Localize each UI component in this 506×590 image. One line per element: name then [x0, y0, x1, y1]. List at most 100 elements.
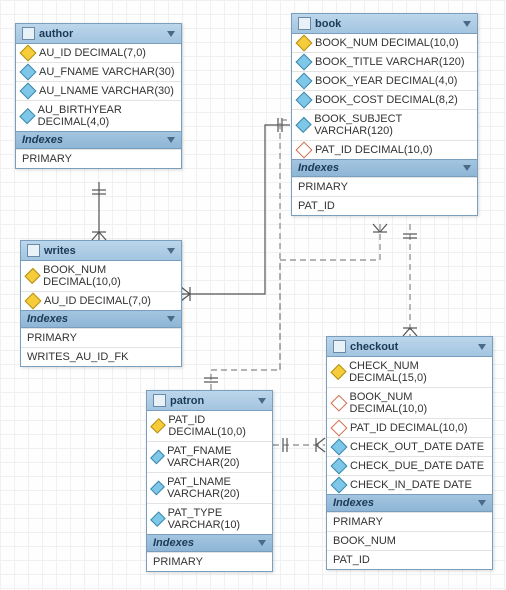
column-row[interactable]: AU_FNAME VARCHAR(30) [16, 62, 181, 81]
index-row[interactable]: BOOK_NUM [327, 531, 492, 550]
collapse-icon[interactable] [478, 344, 486, 350]
table-icon [298, 17, 311, 30]
column-text: AU_LNAME VARCHAR(30) [39, 85, 174, 97]
pk-icon [24, 268, 40, 284]
table-header[interactable]: writes [21, 241, 181, 261]
index-row[interactable]: PAT_ID [327, 550, 492, 569]
table-book[interactable]: book BOOK_NUM DECIMAL(10,0) BOOK_TITLE V… [291, 13, 478, 216]
table-writes[interactable]: writes BOOK_NUM DECIMAL(10,0) AU_ID DECI… [20, 240, 182, 367]
indexes-header[interactable]: Indexes [147, 534, 272, 552]
collapse-icon[interactable] [167, 316, 175, 322]
field-icon [150, 481, 165, 496]
index-row[interactable]: WRITES_AU_ID_FK [21, 347, 181, 366]
column-row[interactable]: PAT_ID DECIMAL(10,0) [147, 411, 272, 441]
table-header[interactable]: checkout [327, 337, 492, 357]
column-row[interactable]: PAT_LNAME VARCHAR(20) [147, 472, 272, 503]
column-text: AU_ID DECIMAL(7,0) [39, 47, 146, 59]
column-text: BOOK_COST DECIMAL(8,2) [315, 94, 458, 106]
index-row[interactable]: PRIMARY [16, 149, 181, 168]
table-author[interactable]: author AU_ID DECIMAL(7,0) AU_FNAME VARCH… [15, 23, 182, 169]
collapse-icon[interactable] [258, 398, 266, 404]
collapse-icon[interactable] [258, 540, 266, 546]
fk-icon [331, 420, 348, 437]
column-row[interactable]: PAT_TYPE VARCHAR(10) [147, 503, 272, 534]
index-row[interactable]: PRIMARY [292, 177, 477, 196]
column-row[interactable]: BOOK_TITLE VARCHAR(120) [292, 52, 477, 71]
indexes-label: Indexes [153, 537, 194, 549]
collapse-icon[interactable] [463, 21, 471, 27]
index-text: PRIMARY [298, 181, 348, 193]
columns-section: BOOK_NUM DECIMAL(10,0) BOOK_TITLE VARCHA… [292, 34, 477, 159]
table-icon [333, 340, 346, 353]
index-text: PRIMARY [333, 516, 383, 528]
column-row[interactable]: CHECK_NUM DECIMAL(15,0) [327, 357, 492, 387]
column-text: AU_FNAME VARCHAR(30) [39, 66, 175, 78]
field-icon [150, 450, 165, 465]
column-text: PAT_TYPE VARCHAR(10) [168, 507, 266, 531]
columns-section: PAT_ID DECIMAL(10,0) PAT_FNAME VARCHAR(2… [147, 411, 272, 534]
collapse-icon[interactable] [167, 248, 175, 254]
indexes-label: Indexes [22, 134, 63, 146]
table-checkout[interactable]: checkout CHECK_NUM DECIMAL(15,0) BOOK_NU… [326, 336, 493, 570]
pk-icon [25, 293, 42, 310]
indexes-label: Indexes [333, 497, 374, 509]
field-icon [19, 108, 35, 124]
column-text: CHECK_OUT_DATE DATE [350, 441, 484, 453]
table-title: patron [170, 395, 204, 407]
field-icon [296, 73, 313, 90]
column-row[interactable]: AU_ID DECIMAL(7,0) [21, 291, 181, 310]
field-icon [20, 83, 37, 100]
index-row[interactable]: PAT_ID [292, 196, 477, 215]
column-row[interactable]: BOOK_YEAR DECIMAL(4,0) [292, 71, 477, 90]
column-row[interactable]: AU_ID DECIMAL(7,0) [16, 44, 181, 62]
table-header[interactable]: patron [147, 391, 272, 411]
column-row[interactable]: PAT_ID DECIMAL(10,0) [327, 418, 492, 437]
field-icon [150, 511, 165, 526]
field-icon [295, 117, 311, 133]
column-row[interactable]: BOOK_SUBJECT VARCHAR(120) [292, 109, 477, 140]
indexes-header[interactable]: Indexes [16, 131, 181, 149]
indexes-header[interactable]: Indexes [292, 159, 477, 177]
column-row[interactable]: BOOK_NUM DECIMAL(10,0) [21, 261, 181, 291]
column-row[interactable]: BOOK_NUM DECIMAL(10,0) [292, 34, 477, 52]
column-text: BOOK_SUBJECT VARCHAR(120) [314, 113, 471, 137]
column-row[interactable]: AU_LNAME VARCHAR(30) [16, 81, 181, 100]
column-row[interactable]: BOOK_COST DECIMAL(8,2) [292, 90, 477, 109]
column-text: BOOK_NUM DECIMAL(10,0) [43, 264, 175, 288]
table-header[interactable]: author [16, 24, 181, 44]
fk-icon [296, 142, 313, 159]
index-row[interactable]: PRIMARY [21, 328, 181, 347]
index-row[interactable]: PRIMARY [327, 512, 492, 531]
index-text: WRITES_AU_ID_FK [27, 351, 128, 363]
field-icon [296, 92, 313, 109]
column-row[interactable]: PAT_ID DECIMAL(10,0) [292, 140, 477, 159]
table-icon [27, 244, 40, 257]
collapse-icon[interactable] [167, 137, 175, 143]
column-row[interactable]: PAT_FNAME VARCHAR(20) [147, 441, 272, 472]
indexes-header[interactable]: Indexes [21, 310, 181, 328]
column-text: AU_ID DECIMAL(7,0) [44, 295, 151, 307]
column-row[interactable]: AU_BIRTHYEAR DECIMAL(4,0) [16, 100, 181, 131]
column-row[interactable]: CHECK_OUT_DATE DATE [327, 437, 492, 456]
table-header[interactable]: book [292, 14, 477, 34]
index-text: PRIMARY [22, 153, 72, 165]
pk-icon [330, 364, 346, 380]
column-row[interactable]: CHECK_IN_DATE DATE [327, 475, 492, 494]
column-text: BOOK_NUM DECIMAL(10,0) [350, 391, 487, 415]
collapse-icon[interactable] [478, 500, 486, 506]
index-text: PRIMARY [153, 556, 203, 568]
indexes-header[interactable]: Indexes [327, 494, 492, 512]
column-text: BOOK_TITLE VARCHAR(120) [315, 56, 465, 68]
field-icon [331, 439, 348, 456]
table-patron[interactable]: patron PAT_ID DECIMAL(10,0) PAT_FNAME VA… [146, 390, 273, 572]
column-row[interactable]: BOOK_NUM DECIMAL(10,0) [327, 387, 492, 418]
column-text: PAT_FNAME VARCHAR(20) [167, 445, 266, 469]
collapse-icon[interactable] [167, 31, 175, 37]
column-text: PAT_ID DECIMAL(10,0) [168, 414, 266, 438]
collapse-icon[interactable] [463, 165, 471, 171]
column-row[interactable]: CHECK_DUE_DATE DATE [327, 456, 492, 475]
field-icon [331, 477, 348, 494]
table-title: book [315, 18, 341, 30]
index-row[interactable]: PRIMARY [147, 552, 272, 571]
column-text: CHECK_NUM DECIMAL(15,0) [349, 360, 486, 384]
